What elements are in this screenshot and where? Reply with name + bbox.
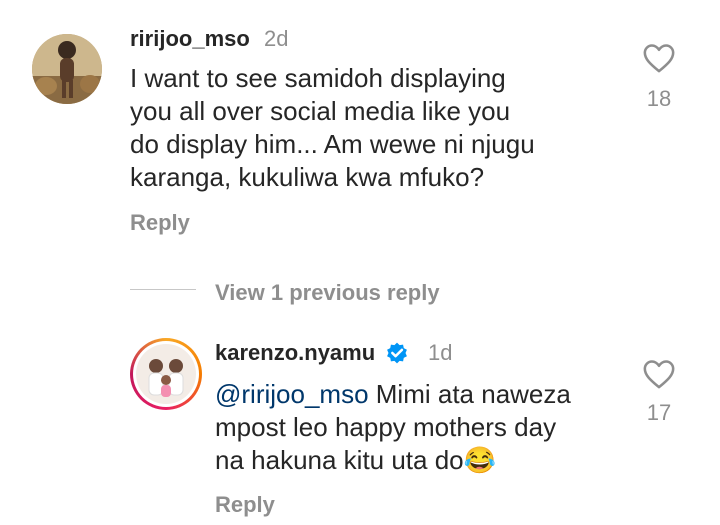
comment-line: karanga, kukuliwa kwa mfuko? xyxy=(130,162,485,192)
reply-button[interactable]: Reply xyxy=(215,492,275,518)
avatar[interactable] xyxy=(32,34,102,104)
comment-text: @ririjoo_mso Mimi ata naweza mpost leo h… xyxy=(215,378,635,477)
comment-username[interactable]: ririjoo_mso xyxy=(130,26,250,52)
heart-icon[interactable] xyxy=(642,42,676,74)
comment-text-segment: Mimi ata naweza xyxy=(368,379,571,409)
laughing-emoji: 😂 xyxy=(463,445,497,475)
comment-age: 2d xyxy=(264,26,289,51)
comment-text: I want to see samidoh displaying you all… xyxy=(130,62,630,194)
comment-age: 1d xyxy=(428,340,453,365)
like-count: 17 xyxy=(646,400,672,425)
divider-line xyxy=(130,289,196,290)
comment-line: na hakuna kitu uta do😂 xyxy=(215,444,635,477)
like-count: 18 xyxy=(646,86,672,111)
view-replies-label[interactable]: View 1 previous reply xyxy=(215,280,440,306)
comment-line: mpost leo happy mothers day xyxy=(215,412,557,442)
comment-line: I want to see samidoh displaying xyxy=(130,63,506,93)
comment-username[interactable]: karenzo.nyamu xyxy=(215,340,375,366)
mention-link[interactable]: @ririjoo_mso xyxy=(215,379,369,409)
comment-line: do display him... Am wewe ni njugu xyxy=(130,129,535,159)
comment-line: @ririjoo_mso Mimi ata naweza xyxy=(215,378,635,411)
comment-text-segment: na hakuna kitu uta do xyxy=(215,445,464,475)
verified-badge-icon xyxy=(383,339,411,372)
comment-line: you all over social media like you xyxy=(130,96,511,126)
reply-button[interactable]: Reply xyxy=(130,210,190,236)
avatar[interactable] xyxy=(130,338,202,410)
heart-icon[interactable] xyxy=(642,358,676,390)
